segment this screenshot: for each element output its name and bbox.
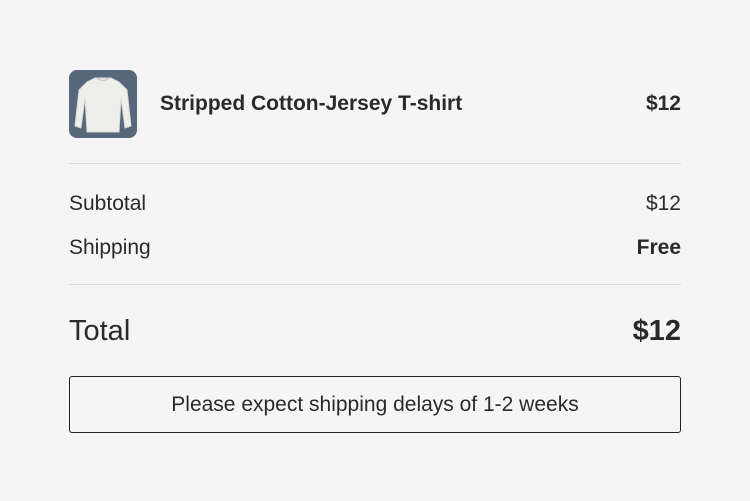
shipping-delay-text: Please expect shipping delays of 1-2 wee…: [171, 392, 579, 416]
total-label: Total: [69, 314, 131, 347]
divider: [69, 163, 681, 164]
subtotal-label: Subtotal: [69, 192, 147, 215]
total-row: Total $12: [69, 314, 681, 348]
product-name[interactable]: Stripped Cotton-Jersey T-shirt: [160, 92, 646, 116]
shirt-image-icon: [74, 77, 132, 133]
shipping-delay-notice: Please expect shipping delays of 1-2 wee…: [69, 376, 681, 433]
cart-item: Stripped Cotton-Jersey T-shirt $12: [69, 70, 681, 138]
order-summary: Stripped Cotton-Jersey T-shirt $12 Subto…: [69, 70, 681, 433]
subtotal-value: $12: [645, 192, 681, 215]
shipping-value: Free: [636, 236, 681, 259]
shipping-row: Shipping Free: [69, 234, 681, 262]
subtotal-row: Subtotal $12: [69, 190, 681, 218]
product-price: $12: [645, 92, 681, 115]
total-value: $12: [632, 314, 681, 347]
shipping-label: Shipping: [69, 236, 151, 259]
product-thumbnail: [69, 70, 137, 138]
divider: [69, 284, 681, 285]
